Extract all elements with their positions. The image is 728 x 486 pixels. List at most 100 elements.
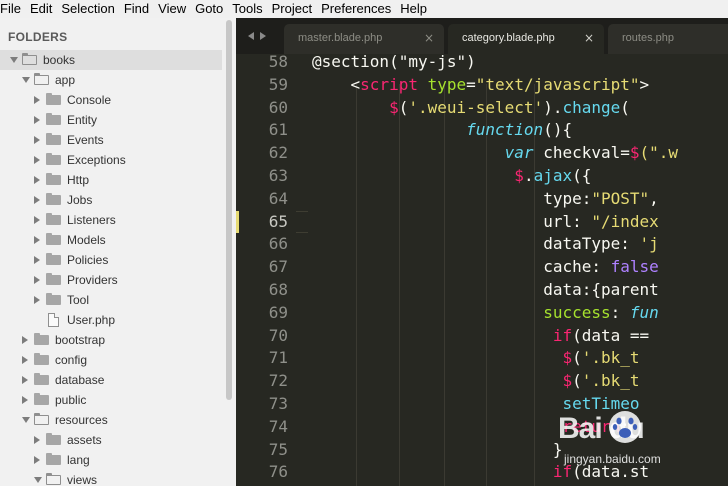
disclosure-closed-icon[interactable] bbox=[34, 296, 40, 304]
code-token: change bbox=[562, 97, 621, 117]
code-line[interactable]: <script type="text/javascript"> bbox=[312, 74, 650, 97]
line-number: 74 bbox=[268, 416, 288, 436]
code-token: = bbox=[466, 74, 476, 94]
tree-item-label: Http bbox=[67, 173, 90, 187]
disclosure-open-icon[interactable] bbox=[10, 57, 18, 63]
code-line[interactable]: $('.bk_t bbox=[312, 347, 639, 370]
code-line[interactable]: @section("my-js") bbox=[312, 54, 476, 74]
code-token: ajax bbox=[533, 166, 573, 185]
disclosure-open-icon[interactable] bbox=[22, 77, 30, 83]
code-line[interactable]: $('.weui-select').change( bbox=[312, 97, 630, 120]
tree-folder[interactable]: resources bbox=[0, 410, 222, 430]
menu-preferences[interactable]: Preferences bbox=[317, 0, 396, 18]
tree-folder[interactable]: Models bbox=[0, 230, 222, 250]
line-number: 76 bbox=[268, 462, 288, 482]
tab-category-blade[interactable]: category.blade.php × bbox=[448, 24, 604, 54]
code-line[interactable]: success: fun bbox=[312, 302, 659, 325]
menu-edit[interactable]: Edit bbox=[26, 0, 57, 18]
code-line[interactable]: dataType: 'j bbox=[312, 233, 659, 256]
menu-tools[interactable]: Tools bbox=[228, 0, 267, 18]
tree-folder[interactable]: books bbox=[0, 50, 222, 70]
disclosure-open-icon[interactable] bbox=[34, 477, 42, 483]
menu-view[interactable]: View bbox=[154, 0, 191, 18]
tree-folder[interactable]: Http bbox=[0, 170, 222, 190]
tree-folder[interactable]: Providers bbox=[0, 270, 222, 290]
tree-folder[interactable]: Policies bbox=[0, 250, 222, 270]
tree-folder[interactable]: Exceptions bbox=[0, 150, 222, 170]
tree-folder[interactable]: Jobs bbox=[0, 190, 222, 210]
tree-folder[interactable]: Entity bbox=[0, 110, 222, 130]
menu-goto[interactable]: Goto bbox=[191, 0, 228, 18]
tree-folder[interactable]: assets bbox=[0, 430, 222, 450]
tree-folder[interactable]: bootstrap bbox=[0, 330, 222, 350]
disclosure-closed-icon[interactable] bbox=[34, 156, 40, 164]
tab-nav-right-icon[interactable] bbox=[260, 32, 266, 40]
close-icon[interactable]: × bbox=[424, 24, 434, 53]
code-line[interactable]: data:{parent bbox=[312, 279, 659, 302]
code-line[interactable]: function(){ bbox=[312, 119, 572, 142]
code-token: $ bbox=[629, 143, 640, 163]
close-icon[interactable]: × bbox=[584, 24, 594, 53]
tree-folder[interactable]: database bbox=[0, 370, 222, 390]
paw-icon bbox=[609, 411, 641, 443]
tree-folder[interactable]: app bbox=[0, 70, 222, 90]
disclosure-closed-icon[interactable] bbox=[22, 396, 28, 404]
menu-selection[interactable]: Selection bbox=[57, 0, 119, 18]
code-line[interactable]: $('.bk_t bbox=[312, 370, 639, 393]
tree-folder[interactable]: public bbox=[0, 390, 222, 410]
disclosure-closed-icon[interactable] bbox=[34, 116, 40, 124]
tab-master-blade[interactable]: master.blade.php × bbox=[284, 24, 444, 54]
disclosure-closed-icon[interactable] bbox=[22, 356, 28, 364]
code-line[interactable]: } bbox=[312, 439, 563, 462]
code-line[interactable]: $.ajax({ bbox=[312, 165, 591, 188]
menu-help[interactable]: Help bbox=[396, 0, 432, 18]
disclosure-closed-icon[interactable] bbox=[34, 236, 40, 244]
disclosure-closed-icon[interactable] bbox=[34, 436, 40, 444]
code-line[interactable]: url: "/index bbox=[312, 211, 659, 234]
code-token: data:{parent bbox=[312, 280, 659, 299]
disclosure-closed-icon[interactable] bbox=[34, 96, 40, 104]
disclosure-closed-icon[interactable] bbox=[34, 256, 40, 264]
code-line[interactable]: var checkval=$(".w bbox=[312, 142, 678, 165]
menu-file[interactable]: File bbox=[0, 0, 26, 18]
disclosure-closed-icon[interactable] bbox=[34, 196, 40, 204]
tab-nav-left-icon[interactable] bbox=[248, 32, 254, 40]
tree-folder[interactable]: views bbox=[0, 470, 222, 486]
code-line[interactable]: if(data == bbox=[312, 325, 649, 348]
code-token: . bbox=[523, 166, 534, 185]
code-token: var bbox=[504, 143, 534, 163]
tree-file[interactable]: User.php bbox=[0, 310, 222, 330]
code-line[interactable]: type:"POST", bbox=[312, 188, 659, 211]
code-token: script bbox=[360, 74, 418, 94]
tree-folder[interactable]: Console bbox=[0, 90, 222, 110]
menu-find[interactable]: Find bbox=[120, 0, 154, 18]
tree-folder[interactable]: config bbox=[0, 350, 222, 370]
disclosure-closed-icon[interactable] bbox=[34, 176, 40, 184]
code-line[interactable]: cache: false bbox=[312, 256, 659, 279]
folder-icon bbox=[22, 53, 37, 65]
tree-item-label: Models bbox=[67, 233, 106, 247]
code-token: $ bbox=[562, 348, 573, 368]
folder-icon bbox=[46, 173, 61, 185]
disclosure-open-icon[interactable] bbox=[22, 417, 30, 423]
tree-folder[interactable]: Tool bbox=[0, 290, 222, 310]
disclosure-closed-icon[interactable] bbox=[34, 216, 40, 224]
disclosure-closed-icon[interactable] bbox=[34, 276, 40, 284]
sidebar-scrollbar[interactable] bbox=[226, 20, 232, 400]
folder-icon bbox=[46, 273, 61, 285]
disclosure-closed-icon[interactable] bbox=[22, 336, 28, 344]
menu-project[interactable]: Project bbox=[268, 0, 317, 18]
tree-folder[interactable]: Listeners bbox=[0, 210, 222, 230]
tree-folder[interactable]: lang bbox=[0, 450, 222, 470]
tree-item-label: Providers bbox=[67, 273, 118, 287]
disclosure-closed-icon[interactable] bbox=[22, 376, 28, 384]
tab-label: routes.php bbox=[622, 32, 674, 44]
folder-icon bbox=[46, 113, 61, 125]
tab-routes[interactable]: routes.php bbox=[608, 24, 728, 54]
tree-folder[interactable]: Events bbox=[0, 130, 222, 150]
disclosure-closed-icon[interactable] bbox=[34, 456, 40, 464]
disclosure-closed-icon[interactable] bbox=[34, 136, 40, 144]
code-token: $ bbox=[389, 97, 399, 117]
